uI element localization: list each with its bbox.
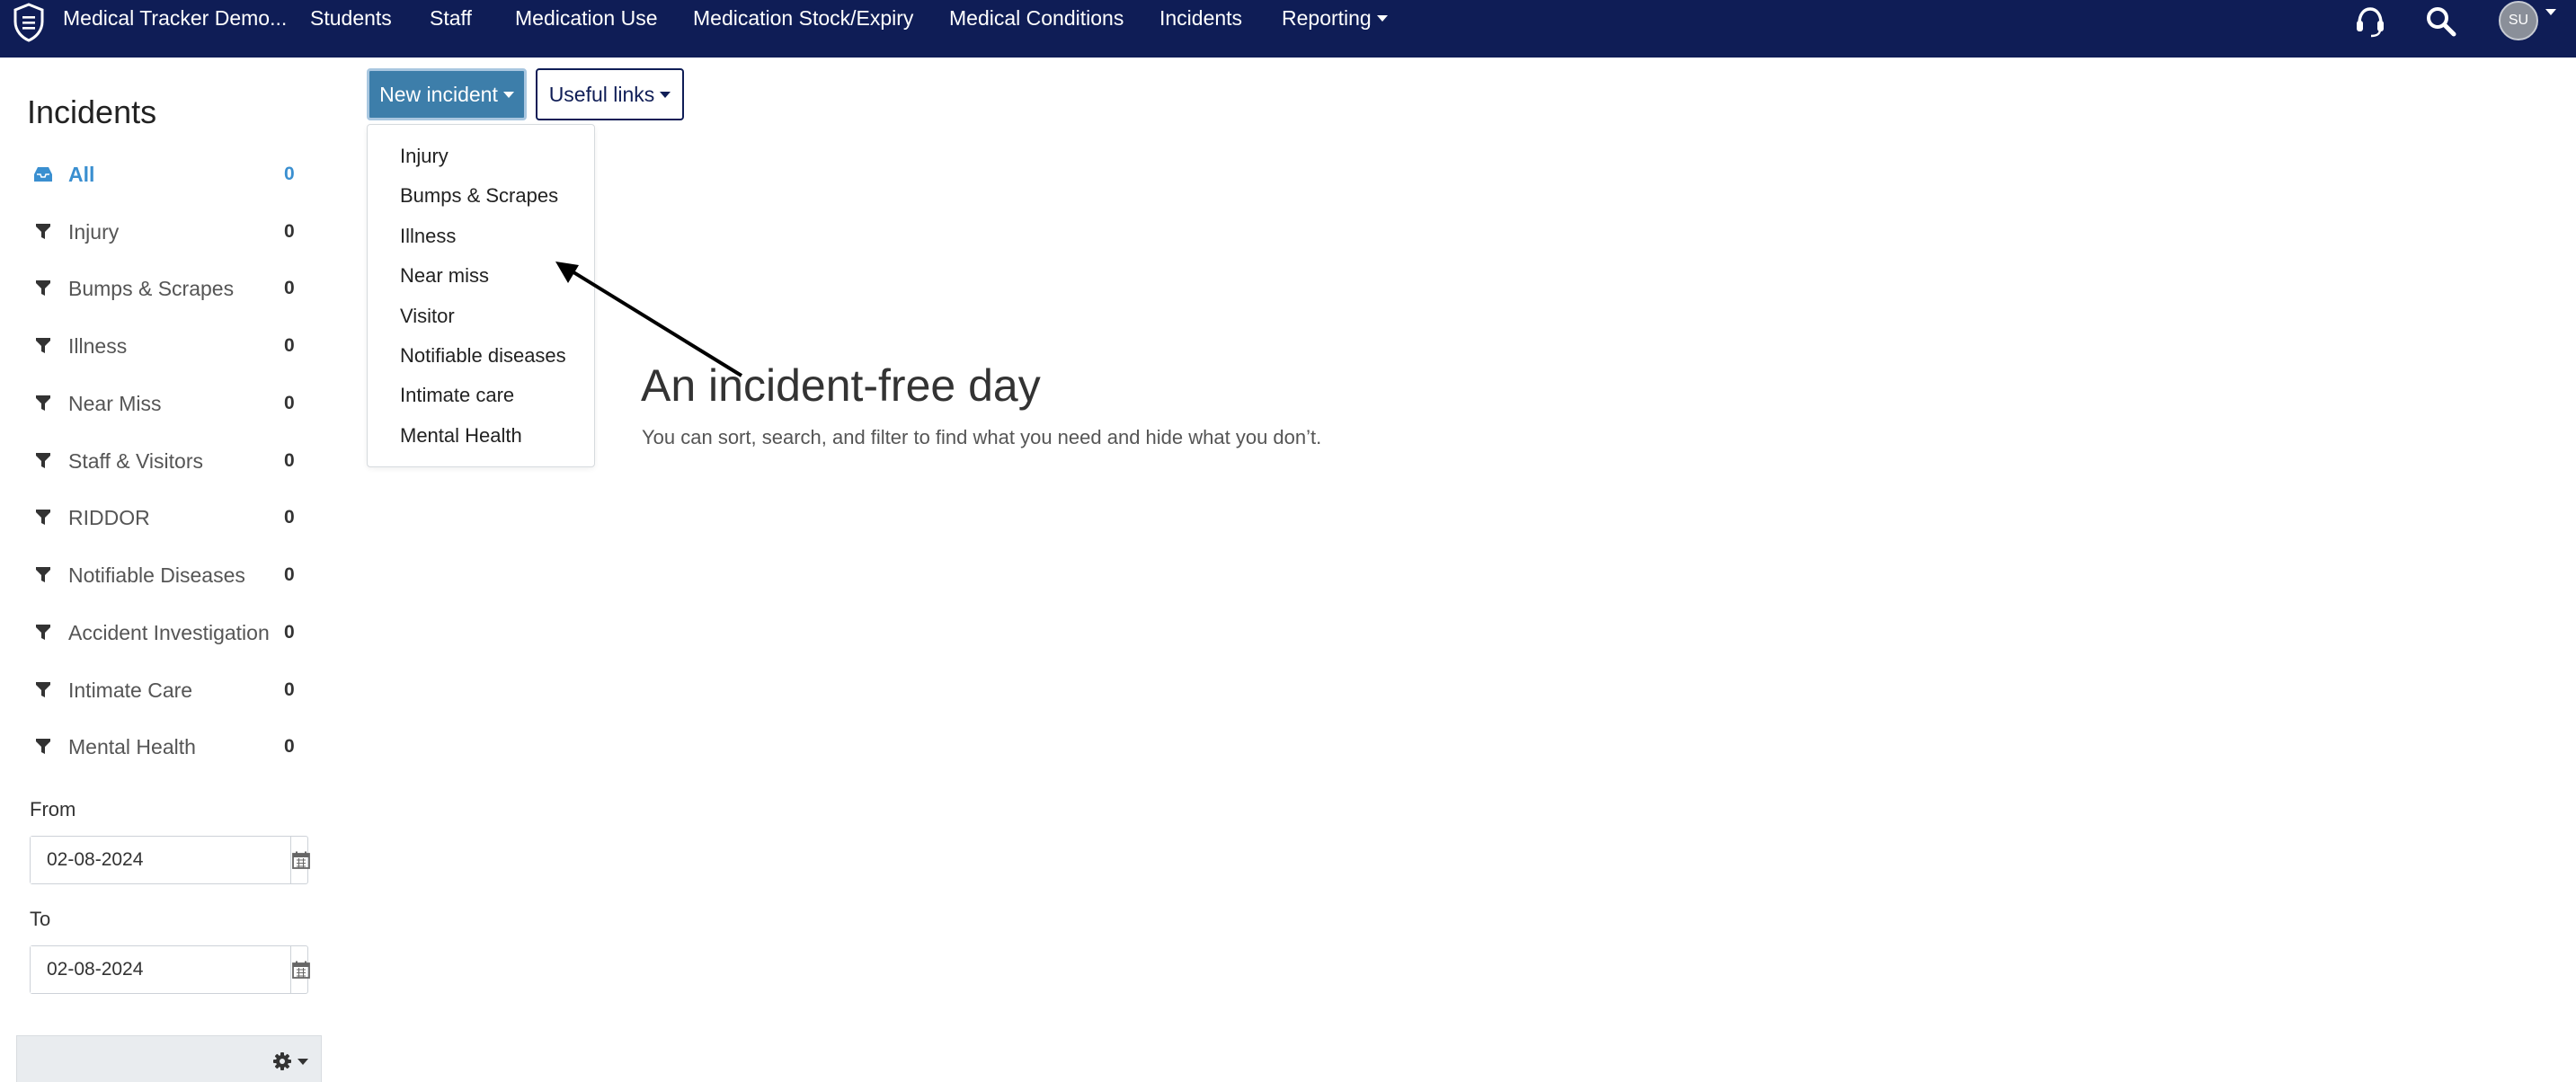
gear-icon xyxy=(273,1052,291,1070)
funnel-icon xyxy=(32,736,54,758)
nav-reporting[interactable]: Reporting xyxy=(1282,6,1388,31)
sidebar-item-label: Notifiable Diseases xyxy=(68,563,245,587)
new-incident-label: New incident xyxy=(379,82,498,106)
funnel-icon xyxy=(32,393,54,414)
sidebar-item-count: 0 xyxy=(284,622,295,643)
sidebar-item-count: 0 xyxy=(284,335,295,356)
sidebar-item-near-miss[interactable]: Near Miss 0 xyxy=(27,386,297,421)
sidebar-item-accident-investigation[interactable]: Accident Investigation 0 xyxy=(27,615,297,651)
sidebar-item-label: Staff & Visitors xyxy=(68,448,203,473)
sidebar-item-count: 0 xyxy=(284,221,295,242)
menu-item-mental-health[interactable]: Mental Health xyxy=(400,424,522,448)
to-date-group xyxy=(30,945,311,994)
empty-state-title: An incident-free day xyxy=(641,360,1041,411)
sidebar-item-label: Intimate Care xyxy=(68,678,193,702)
funnel-icon xyxy=(32,622,54,643)
to-date-input[interactable] xyxy=(31,946,291,993)
sidebar-item-label: Injury xyxy=(68,219,120,244)
calendar-icon xyxy=(292,851,310,869)
sidebar-item-count: 0 xyxy=(284,564,295,585)
sidebar-item-count: 0 xyxy=(284,278,295,298)
sidebar-item-all[interactable]: All 0 xyxy=(27,156,297,192)
sidebar-item-bumps-scrapes[interactable]: Bumps & Scrapes 0 xyxy=(27,270,297,306)
funnel-icon xyxy=(32,335,54,357)
sidebar-item-label: Near Miss xyxy=(68,391,162,415)
sidebar-item-label: Illness xyxy=(68,333,128,358)
chevron-down-icon xyxy=(298,1058,308,1065)
nav-students[interactable]: Students xyxy=(310,6,392,31)
funnel-icon xyxy=(32,221,54,243)
sidebar-item-count: 0 xyxy=(284,679,295,700)
sidebar-item-count: 0 xyxy=(284,736,295,757)
sidebar-item-staff-visitors[interactable]: Staff & Visitors 0 xyxy=(27,443,297,479)
search-icon[interactable] xyxy=(2423,4,2459,40)
sidebar-item-riddor[interactable]: RIDDOR 0 xyxy=(27,500,297,536)
sidebar-item-notifiable-diseases[interactable]: Notifiable Diseases 0 xyxy=(27,557,297,593)
to-calendar-button[interactable] xyxy=(291,946,311,993)
funnel-icon xyxy=(32,564,54,586)
headset-icon[interactable] xyxy=(2352,4,2388,40)
sidebar-item-label: All xyxy=(68,162,95,186)
nav-medication-stock-expiry[interactable]: Medication Stock/Expiry xyxy=(693,6,913,31)
to-label: To xyxy=(30,908,51,930)
chevron-down-icon xyxy=(660,91,671,98)
sidebar-item-count: 0 xyxy=(284,164,295,184)
nav-incidents[interactable]: Incidents xyxy=(1159,6,1242,31)
sidebar-settings-bar xyxy=(16,1035,322,1082)
sidebar-item-count: 0 xyxy=(284,393,295,413)
nav-reporting-label: Reporting xyxy=(1282,6,1372,30)
menu-item-visitor[interactable]: Visitor xyxy=(400,305,455,328)
useful-links-label: Useful links xyxy=(548,82,655,106)
sidebar-item-mental-health[interactable]: Mental Health 0 xyxy=(27,729,297,765)
menu-item-injury[interactable]: Injury xyxy=(400,145,449,168)
brand-name[interactable]: Medical Tracker Demo... xyxy=(63,6,287,31)
nav-staff[interactable]: Staff xyxy=(430,6,472,31)
sidebar-item-label: Mental Health xyxy=(68,734,196,758)
funnel-icon xyxy=(32,679,54,701)
logo-icon[interactable] xyxy=(11,2,47,43)
avatar[interactable]: SU xyxy=(2499,1,2538,40)
from-calendar-button[interactable] xyxy=(291,837,311,883)
sidebar-title: Incidents xyxy=(27,93,157,130)
sidebar-item-injury[interactable]: Injury 0 xyxy=(27,214,297,250)
funnel-icon xyxy=(32,278,54,299)
sidebar-item-label: RIDDOR xyxy=(68,505,150,529)
sidebar-item-intimate-care[interactable]: Intimate Care 0 xyxy=(27,672,297,708)
chevron-down-icon xyxy=(502,91,514,98)
menu-item-intimate-care[interactable]: Intimate care xyxy=(400,384,514,407)
sidebar-item-count: 0 xyxy=(284,507,295,528)
sidebar-item-label: Bumps & Scrapes xyxy=(68,276,235,300)
chevron-down-icon xyxy=(1376,15,1388,22)
inbox-icon xyxy=(32,164,54,185)
funnel-icon xyxy=(32,450,54,472)
calendar-icon xyxy=(292,961,310,979)
funnel-icon xyxy=(32,507,54,528)
menu-item-near-miss[interactable]: Near miss xyxy=(400,264,489,288)
top-navbar: Medical Tracker Demo... Students Staff M… xyxy=(0,0,2576,58)
nav-medication-use[interactable]: Medication Use xyxy=(515,6,658,31)
settings-dropdown-button[interactable] xyxy=(272,1049,317,1074)
from-date-input[interactable] xyxy=(31,837,291,883)
from-label: From xyxy=(30,798,76,820)
from-date-group xyxy=(30,836,311,884)
menu-item-illness[interactable]: Illness xyxy=(400,225,456,248)
sidebar-item-count: 0 xyxy=(284,450,295,471)
menu-item-bumps-scrapes[interactable]: Bumps & Scrapes xyxy=(400,184,558,208)
sidebar-item-label: Accident Investigation xyxy=(68,620,270,644)
empty-state-subtitle: You can sort, search, and filter to find… xyxy=(642,426,1322,448)
sidebar-item-illness[interactable]: Illness 0 xyxy=(27,328,297,364)
new-incident-button[interactable]: New incident xyxy=(367,68,527,120)
useful-links-button[interactable]: Useful links xyxy=(536,68,684,120)
nav-medical-conditions[interactable]: Medical Conditions xyxy=(949,6,1124,31)
chevron-down-icon[interactable] xyxy=(2545,9,2556,15)
